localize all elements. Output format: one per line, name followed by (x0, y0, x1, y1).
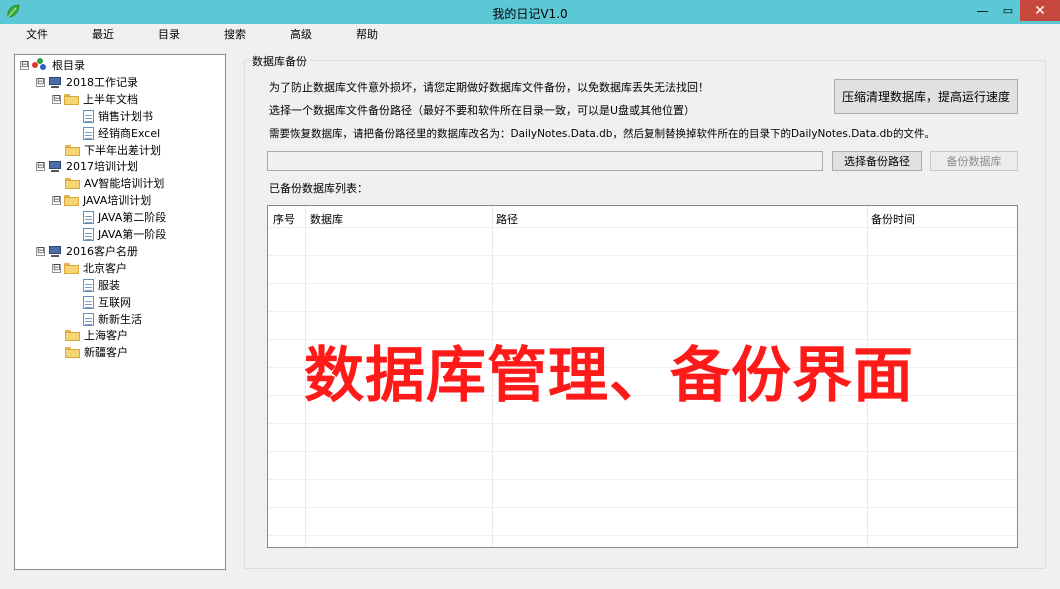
tree-label: 上海客户 (84, 329, 128, 342)
tree-label: AV智能培训计划 (84, 177, 165, 190)
tree-node-java-training[interactable]: ⊟ JAVA培训计划 (52, 192, 151, 208)
document-icon (83, 109, 94, 123)
tree-node-2018-work[interactable]: ⊟ 2018工作记录 (36, 74, 138, 90)
collapse-toggle-icon[interactable]: ⊟ (52, 263, 61, 273)
tree-label: 2018工作记录 (66, 76, 138, 89)
tree-node-root[interactable]: ⊟ 根目录 (20, 57, 85, 73)
tree-node-2017-training[interactable]: ⊟ 2017培训计划 (36, 158, 138, 174)
backup-path-hint: 选择一个数据库文件备份路径（最好不要和软件所在目录一致，可以是U盘或其他位置） (269, 104, 696, 117)
tree-node-shanghai-clients[interactable]: 上海客户 (65, 327, 128, 343)
tree-node-beijing-clients[interactable]: ⊟ 北京客户 (52, 260, 127, 276)
menu-file[interactable]: 文件 (26, 26, 48, 42)
tree-label: 服装 (98, 279, 120, 292)
tree-node-java-stage1[interactable]: JAVA第一阶段 (83, 226, 166, 242)
computer-icon (48, 160, 62, 172)
menu-search[interactable]: 搜索 (224, 26, 246, 42)
tree-label: 互联网 (98, 296, 131, 309)
tree-label: 销售计划书 (98, 110, 153, 123)
maximize-button[interactable]: ▭ (996, 0, 1020, 21)
tree-label: 根目录 (52, 59, 85, 72)
column-header-index[interactable]: 序号 (273, 211, 295, 227)
tree-node-clothing[interactable]: 服装 (83, 277, 120, 293)
tree-label: 北京客户 (83, 262, 127, 275)
row-divider (268, 423, 1017, 424)
collapse-toggle-icon[interactable]: ⊟ (52, 94, 61, 104)
row-divider (268, 479, 1017, 480)
folder-icon (65, 144, 80, 156)
menu-advanced[interactable]: 高级 (290, 26, 312, 42)
collapse-toggle-icon[interactable]: ⊟ (36, 77, 45, 87)
tree-node-sales-plan[interactable]: 销售计划书 (83, 108, 153, 124)
row-divider (268, 255, 1017, 256)
row-divider (268, 283, 1017, 284)
tree-label: JAVA第二阶段 (98, 211, 167, 224)
tree-node-new-life[interactable]: 新新生活 (83, 311, 142, 327)
document-icon (83, 295, 94, 309)
tree-node-internet[interactable]: 互联网 (83, 294, 131, 310)
column-header-database[interactable]: 数据库 (310, 211, 343, 227)
tree-label: 新疆客户 (84, 346, 128, 359)
collapse-toggle-icon[interactable]: ⊟ (52, 195, 61, 205)
document-icon (83, 312, 94, 326)
menu-directory[interactable]: 目录 (158, 26, 180, 42)
window-title: 我的日记V1.0 (492, 7, 568, 21)
row-divider (268, 507, 1017, 508)
directory-tree[interactable]: ⊟ 根目录 ⊟ 2018工作记录 ⊟ 上半年文档 销售计划书 经销商Excel … (14, 54, 226, 570)
row-divider (268, 535, 1017, 536)
document-icon (83, 227, 94, 241)
tree-label: 2016客户名册 (66, 245, 138, 258)
tree-label: 经销商Excel (98, 127, 161, 140)
backup-database-button[interactable]: 备份数据库 (930, 151, 1018, 171)
row-divider (268, 227, 1017, 228)
computer-icon (48, 245, 62, 257)
folder-icon (65, 177, 80, 189)
tree-label: 2017培训计划 (66, 160, 138, 173)
backup-list-label: 已备份数据库列表： (269, 182, 368, 195)
tree-label: 下半年出差计划 (84, 144, 161, 157)
document-icon (83, 126, 94, 140)
compress-database-button[interactable]: 压缩清理数据库，提高运行速度 (834, 79, 1018, 114)
tree-node-h1-docs[interactable]: ⊟ 上半年文档 (52, 91, 138, 107)
tree-node-java-stage2[interactable]: JAVA第二阶段 (83, 209, 166, 225)
backup-info-text: 为了防止数据库文件意外损坏，请您定期做好数据库文件备份，以免数据库丢失无法找回！ (269, 81, 709, 94)
menu-recent[interactable]: 最近 (92, 26, 114, 42)
collapse-toggle-icon[interactable]: ⊟ (20, 60, 29, 70)
tree-node-2016-clients[interactable]: ⊟ 2016客户名册 (36, 243, 138, 259)
folder-icon (64, 93, 79, 105)
collapse-toggle-icon[interactable]: ⊟ (36, 246, 45, 256)
tree-node-dealer-excel[interactable]: 经销商Excel (83, 125, 160, 141)
document-icon (83, 210, 94, 224)
column-header-backup-time[interactable]: 备份时间 (871, 211, 915, 227)
minimize-button[interactable]: — (969, 0, 996, 21)
title-bar[interactable]: 我的日记V1.0 — ▭ ✕ (0, 0, 1060, 24)
restore-hint: 需要恢复数据库，请把备份路径里的数据库改名为：DailyNotes.Data.d… (269, 128, 935, 140)
tree-node-xinjiang-clients[interactable]: 新疆客户 (65, 344, 128, 360)
row-divider (268, 451, 1017, 452)
tree-label: 新新生活 (98, 313, 142, 326)
backup-path-input[interactable] (267, 151, 823, 171)
tree-node-av-training[interactable]: AV智能培训计划 (65, 175, 164, 191)
watermark-caption: 数据库管理、备份界面 (304, 341, 914, 411)
collapse-toggle-icon[interactable]: ⊟ (36, 161, 45, 171)
close-button[interactable]: ✕ (1020, 0, 1060, 21)
tree-node-h2-trip[interactable]: 下半年出差计划 (65, 142, 161, 158)
menu-help[interactable]: 帮助 (356, 26, 378, 42)
tree-label: 上半年文档 (83, 93, 138, 106)
folder-icon (64, 262, 79, 274)
folder-icon (65, 346, 80, 358)
document-icon (83, 278, 94, 292)
folder-icon (64, 194, 79, 206)
computer-icon (48, 76, 62, 88)
menu-bar: 文件 最近 目录 搜索 高级 帮助 (0, 24, 1060, 43)
choose-backup-path-button[interactable]: 选择备份路径 (832, 151, 922, 171)
backup-group-title: 数据库备份 (250, 53, 309, 69)
list-header: 序号 数据库 路径 备份时间 (268, 206, 1017, 228)
tree-label: JAVA第一阶段 (98, 228, 167, 241)
row-divider (268, 311, 1017, 312)
folder-icon (65, 329, 80, 341)
root-icon (32, 58, 48, 72)
tree-label: JAVA培训计划 (83, 194, 152, 207)
column-header-path[interactable]: 路径 (496, 211, 518, 227)
